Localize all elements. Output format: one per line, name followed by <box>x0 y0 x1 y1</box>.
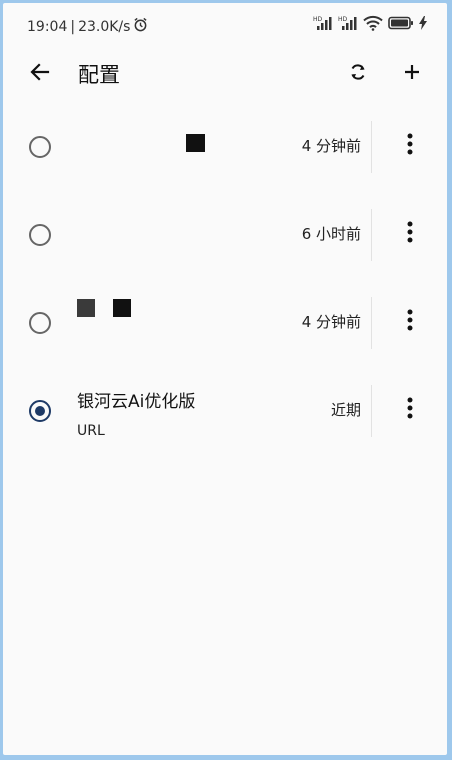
status-separator: | <box>70 18 76 35</box>
profile-updated-time: 4 分钟前 <box>301 137 361 155</box>
more-vert-icon <box>407 309 413 335</box>
profile-row[interactable]: 4 分钟前 <box>3 279 447 367</box>
more-vert-icon <box>407 133 413 159</box>
battery-icon <box>388 16 414 34</box>
profile-radio-checked[interactable] <box>29 400 51 422</box>
more-vert-icon <box>407 397 413 423</box>
refresh-button[interactable] <box>343 59 373 89</box>
more-options-button[interactable] <box>395 216 425 252</box>
svg-text:HD: HD <box>338 16 348 23</box>
more-options-button[interactable] <box>395 304 425 340</box>
profile-updated-time: 6 小时前 <box>301 225 361 243</box>
refresh-icon <box>348 62 368 86</box>
svg-text:HD: HD <box>313 16 323 23</box>
more-vert-icon <box>407 221 413 247</box>
profile-name: 银河云Ai优化版 <box>77 392 196 412</box>
profile-radio[interactable] <box>29 312 51 334</box>
profile-row[interactable]: 4 分钟前 <box>3 103 447 191</box>
profile-updated-time: 近期 <box>330 401 361 419</box>
profile-radio[interactable] <box>29 224 51 246</box>
status-bar: 19:04 | 23.0K/s HD HD <box>3 3 447 47</box>
redacted-block <box>77 299 95 317</box>
page-title: 配置 <box>78 63 120 87</box>
charging-icon <box>419 16 427 34</box>
back-button[interactable] <box>25 59 55 89</box>
hd-signal-icon: HD <box>338 15 358 35</box>
wifi-icon <box>363 15 383 35</box>
network-speed: 23.0K/s <box>78 18 131 35</box>
app-bar: 配置 <box>3 47 447 103</box>
row-divider <box>371 297 372 349</box>
more-options-button[interactable] <box>395 128 425 164</box>
profile-updated-time: 4 分钟前 <box>301 313 361 331</box>
redacted-block <box>113 299 131 317</box>
status-time: 19:04 <box>27 18 68 35</box>
add-profile-button[interactable] <box>397 59 427 89</box>
status-right: HD HD <box>313 15 427 35</box>
add-icon <box>403 63 421 85</box>
profile-type: URL <box>77 423 105 439</box>
profile-row-selected[interactable]: 银河云Ai优化版 URL 近期 <box>3 367 447 455</box>
row-divider <box>371 209 372 261</box>
profile-radio[interactable] <box>29 136 51 158</box>
profile-row[interactable]: 6 小时前 <box>3 191 447 279</box>
redacted-block <box>186 134 205 152</box>
row-divider <box>371 121 372 173</box>
app-screen: 19:04 | 23.0K/s HD HD 配置 4 分钟前 6 小时前 4 分… <box>3 3 447 755</box>
more-options-button[interactable] <box>395 392 425 428</box>
row-divider <box>371 385 372 437</box>
alarm-icon <box>133 17 148 36</box>
hd-signal-icon: HD <box>313 15 333 35</box>
back-arrow-icon <box>30 62 50 86</box>
status-left: 19:04 | 23.0K/s <box>27 17 148 36</box>
